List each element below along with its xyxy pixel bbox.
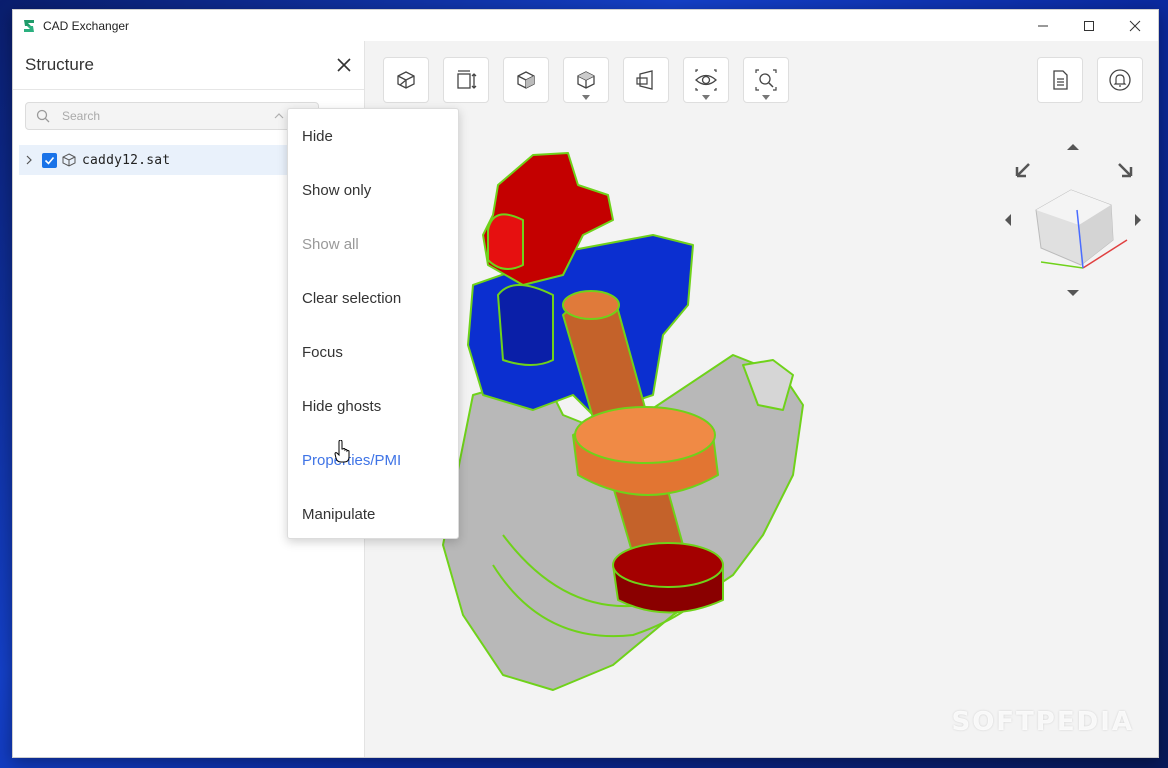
menu-item-show-only[interactable]: Show only <box>288 163 458 217</box>
structure-panel-header: Structure <box>13 41 364 90</box>
display-mode-button[interactable] <box>563 57 609 103</box>
search-icon <box>36 109 50 123</box>
menu-item-show-all[interactable]: Show all <box>288 217 458 271</box>
menu-item-manipulate[interactable]: Manipulate <box>288 487 458 541</box>
fit-dimensions-button[interactable] <box>443 57 489 103</box>
roll-right-icon[interactable] <box>1118 163 1133 178</box>
watermark: SOFTPEDIA <box>951 707 1134 737</box>
hand-cursor-icon <box>334 440 350 463</box>
cad-model-render[interactable] <box>423 145 823 705</box>
menu-item-hide-ghosts[interactable]: Hide ghosts <box>288 379 458 433</box>
rotate-down-icon[interactable] <box>1067 290 1079 296</box>
section-plane-icon <box>636 70 653 90</box>
window-title: CAD Exchanger <box>43 18 130 33</box>
tree-item-caddy12[interactable]: caddy12.sat <box>19 145 299 175</box>
navigation-cube[interactable] <box>1001 140 1151 300</box>
zoom-button[interactable] <box>743 57 789 103</box>
notifications-icon <box>1109 69 1131 91</box>
visibility-icon <box>695 69 717 91</box>
visibility-button[interactable] <box>683 57 729 103</box>
menu-item-clear-selection[interactable]: Clear selection <box>288 271 458 325</box>
zoom-search-icon <box>755 69 777 91</box>
visibility-checkbox[interactable] <box>42 152 57 168</box>
view-cube-icon <box>517 71 535 89</box>
tree-item-label: caddy12.sat <box>82 152 171 168</box>
title-bar[interactable]: CAD Exchanger <box>13 10 1158 41</box>
notifications-button[interactable] <box>1097 57 1143 103</box>
close-icon <box>1129 20 1141 31</box>
minimize-button[interactable] <box>1020 10 1066 41</box>
caret-down-icon <box>762 95 770 100</box>
menu-item-hide[interactable]: Hide <box>288 109 458 163</box>
maximize-button[interactable] <box>1066 10 1112 41</box>
caret-down-icon <box>582 95 590 100</box>
document-button[interactable] <box>1037 57 1083 103</box>
roll-left-icon[interactable] <box>1015 163 1030 178</box>
menu-item-focus[interactable]: Focus <box>288 325 458 379</box>
rotate-left-icon[interactable] <box>1005 214 1011 226</box>
fit-dimensions-icon <box>457 70 477 89</box>
perspective-button[interactable] <box>383 57 429 103</box>
menu-item-properties-pmi[interactable]: Properties/PMI <box>288 433 458 487</box>
context-menu: Hide Show only Show all Clear selection … <box>287 108 459 539</box>
panel-title: Structure <box>25 55 94 74</box>
caret-down-icon <box>702 95 710 100</box>
document-icon <box>1053 70 1068 90</box>
chevron-right-icon[interactable] <box>24 155 34 165</box>
minimize-icon <box>1038 25 1048 26</box>
perspective-cube-icon <box>397 71 415 89</box>
maximize-icon <box>1084 20 1094 31</box>
checkmark-icon <box>44 156 55 165</box>
close-window-button[interactable] <box>1112 10 1158 41</box>
app-logo-icon <box>24 19 34 32</box>
display-mode-icon <box>577 71 595 89</box>
3d-viewport[interactable]: SOFTPEDIA <box>365 41 1158 757</box>
rotate-up-icon[interactable] <box>1067 144 1079 150</box>
rotate-right-icon[interactable] <box>1135 214 1141 226</box>
part-cube-icon <box>62 153 76 167</box>
view-cube-button[interactable] <box>503 57 549 103</box>
section-plane-button[interactable] <box>623 57 669 103</box>
close-panel-icon[interactable] <box>336 57 352 73</box>
chevron-up-icon[interactable] <box>274 111 284 121</box>
search-input[interactable] <box>60 108 274 124</box>
search-field[interactable] <box>25 102 319 130</box>
app-window: CAD Exchanger Structure Search caddy12.s… <box>12 9 1159 758</box>
